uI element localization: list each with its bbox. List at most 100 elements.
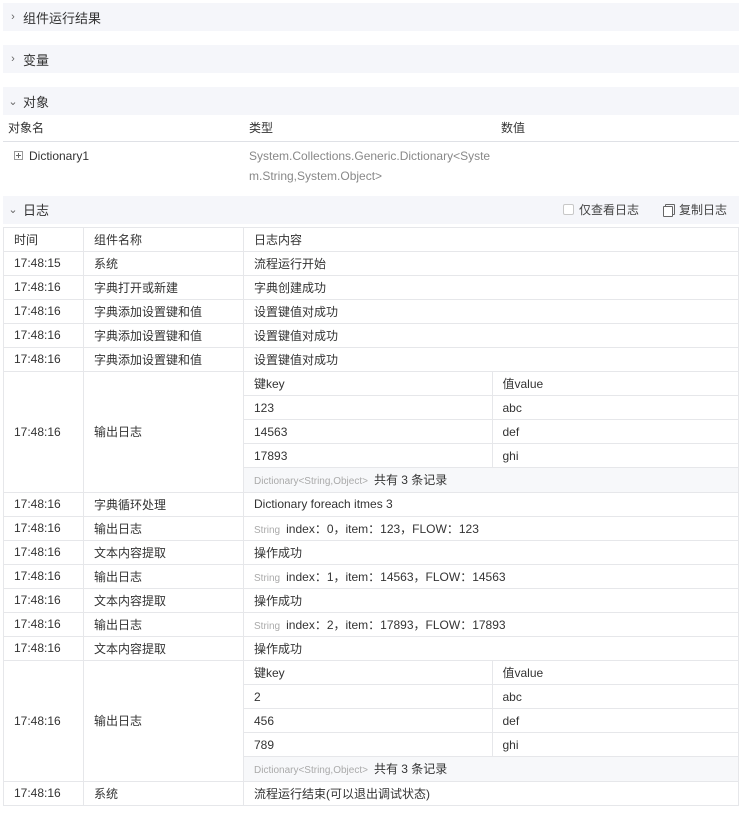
log-component: 字典循环处理 — [83, 491, 244, 517]
section-title: 对象 — [23, 94, 50, 110]
section-title: 日志 — [23, 203, 50, 218]
dict-header-row: 键key 值value — [244, 660, 738, 685]
log-component: 输出日志 — [83, 611, 244, 637]
log-content-text: 操作成功 — [254, 641, 303, 656]
only-logs-label: 仅查看日志 — [578, 203, 639, 217]
log-content-text: index：1，item：14563，FLOW：14563 — [286, 569, 506, 584]
object-type-line1: System.Collections.Generic.Dictionary<Sy… — [249, 148, 491, 163]
dict-row: 17893 ghi — [244, 443, 738, 468]
dict-type-tag: Dictionary<String,Object> — [254, 476, 368, 488]
only-logs-toggle[interactable]: 仅查看日志 — [562, 201, 639, 218]
log-content: 字典创建成功 — [243, 274, 739, 300]
string-type-tag: String — [254, 620, 281, 632]
log-content: 设置键值对成功 — [243, 298, 739, 324]
table-row: 17:48:16 字典添加设置键和值 设置键值对成功 — [3, 322, 739, 348]
section-result-header[interactable]: › 组件运行结果 — [3, 3, 739, 31]
log-time: 17:48:16 — [3, 298, 84, 324]
table-row: 17:48:16 字典添加设置键和值 设置键值对成功 — [3, 298, 739, 324]
log-component: 字典添加设置键和值 — [83, 298, 244, 324]
copy-logs-button[interactable]: 复制日志 — [662, 201, 727, 218]
dict-key: 2 — [244, 684, 493, 709]
dict-record-count: 共有 3 条记录 — [373, 473, 448, 488]
log-component: 系统 — [83, 780, 244, 806]
dict-value: ghi — [492, 732, 738, 757]
dict-footer-row: Dictionary<String,Object> 共有 3 条记录 — [244, 756, 738, 781]
string-type-tag: String — [254, 572, 281, 584]
log-content: 操作成功 — [243, 635, 739, 661]
section-title: 组件运行结果 — [23, 10, 102, 26]
log-time: 17:48:16 — [3, 370, 84, 493]
log-time: 17:48:16 — [3, 563, 84, 589]
table-row-dictionary: 17:48:16 输出日志 键key 值value 123 abc 14563 … — [3, 370, 739, 493]
log-component: 文本内容提取 — [83, 635, 244, 661]
table-row: 17:48:16 文本内容提取 操作成功 — [3, 587, 739, 613]
expand-plus-icon[interactable] — [14, 150, 23, 160]
dict-key: 789 — [244, 732, 493, 757]
log-content: 流程运行开始 — [243, 250, 739, 276]
dict-value: ghi — [492, 443, 738, 468]
header-component-name: 组件名称 — [83, 226, 244, 252]
log-content: 操作成功 — [243, 539, 739, 565]
log-content: 流程运行结束(可以退出调试状态) — [243, 780, 739, 806]
section-objects-header[interactable]: ⌄ 对象 — [3, 87, 739, 115]
dictionary-output: 键key 值value 2 abc 456 def 789 ghi Dictio… — [243, 659, 739, 782]
table-row: 17:48:15 系统 流程运行开始 — [3, 250, 739, 276]
object-row: Dictionary1 System.Collections.Generic.D… — [3, 141, 739, 190]
chevron-down-icon: ⌄ — [8, 204, 18, 216]
logs-table: 时间 组件名称 日志内容 17:48:15 系统 流程运行开始 17:48:16… — [3, 226, 739, 806]
log-component: 输出日志 — [83, 370, 244, 493]
log-content-text: 操作成功 — [254, 545, 303, 560]
dict-type-tag: Dictionary<String,Object> — [254, 765, 368, 777]
section-logs-header[interactable]: ⌄ 日志 仅查看日志 复制日志 — [3, 195, 739, 224]
log-time: 17:48:16 — [3, 587, 84, 613]
log-content: String index：2，item：17893，FLOW：17893 — [243, 611, 739, 637]
log-time: 17:48:16 — [3, 780, 84, 806]
log-time: 17:48:15 — [3, 250, 84, 276]
table-row: 17:48:16 字典添加设置键和值 设置键值对成功 — [3, 346, 739, 372]
header-time: 时间 — [3, 226, 84, 252]
log-content: 操作成功 — [243, 587, 739, 613]
object-name: Dictionary1 — [29, 148, 90, 163]
log-time: 17:48:16 — [3, 611, 84, 637]
chevron-right-icon: › — [11, 11, 15, 23]
copy-icon — [662, 204, 675, 217]
dict-row: 2 abc — [244, 684, 738, 709]
dict-footer: Dictionary<String,Object> 共有 3 条记录 — [244, 756, 738, 781]
table-row: 17:48:16 输出日志 String index：0，item：123，FLO… — [3, 515, 739, 541]
table-row: 17:48:16 文本内容提取 操作成功 — [3, 635, 739, 661]
dict-value: def — [492, 708, 738, 733]
dict-key: 123 — [244, 395, 493, 420]
log-component: 字典添加设置键和值 — [83, 346, 244, 372]
header-type: 类型 — [244, 115, 496, 142]
object-type-line2: m.String,System.Object> — [249, 168, 383, 183]
header-content: 日志内容 — [243, 226, 739, 252]
log-component: 字典添加设置键和值 — [83, 322, 244, 348]
table-row: 17:48:16 系统 流程运行结束(可以退出调试状态) — [3, 780, 739, 806]
dict-key: 17893 — [244, 443, 493, 468]
table-header-row: 时间 组件名称 日志内容 — [3, 226, 739, 252]
table-row: 17:48:16 输出日志 String index：1，item：14563，F… — [3, 563, 739, 589]
dict-value: def — [492, 419, 738, 444]
log-content: String index：1，item：14563，FLOW：14563 — [243, 563, 739, 589]
string-type-tag: String — [254, 524, 281, 536]
dictionary-table: 键key 值value 123 abc 14563 def 17893 ghi — [244, 371, 738, 492]
section-variables-header[interactable]: › 变量 — [3, 45, 739, 73]
dict-header-row: 键key 值value — [244, 371, 738, 396]
objects-table: 对象名 类型 数值 Dictionary1 System.Collections… — [3, 115, 739, 190]
log-time: 17:48:16 — [3, 491, 84, 517]
dict-footer: Dictionary<String,Object> 共有 3 条记录 — [244, 467, 738, 492]
log-component: 文本内容提取 — [83, 539, 244, 565]
dict-key-header: 键key — [244, 660, 493, 685]
log-time: 17:48:16 — [3, 346, 84, 372]
object-name-cell[interactable]: Dictionary1 — [3, 141, 244, 190]
log-content: 设置键值对成功 — [243, 322, 739, 348]
log-time: 17:48:16 — [3, 635, 84, 661]
log-content: Dictionary foreach itmes 3 — [243, 491, 739, 517]
log-component: 系统 — [83, 250, 244, 276]
log-time: 17:48:16 — [3, 515, 84, 541]
table-row: 17:48:16 输出日志 String index：2，item：17893，F… — [3, 611, 739, 637]
chevron-right-icon: › — [11, 53, 15, 65]
checkbox-icon[interactable] — [562, 204, 574, 215]
log-content-text: Dictionary foreach itmes 3 — [254, 497, 393, 511]
dict-record-count: 共有 3 条记录 — [373, 762, 448, 777]
